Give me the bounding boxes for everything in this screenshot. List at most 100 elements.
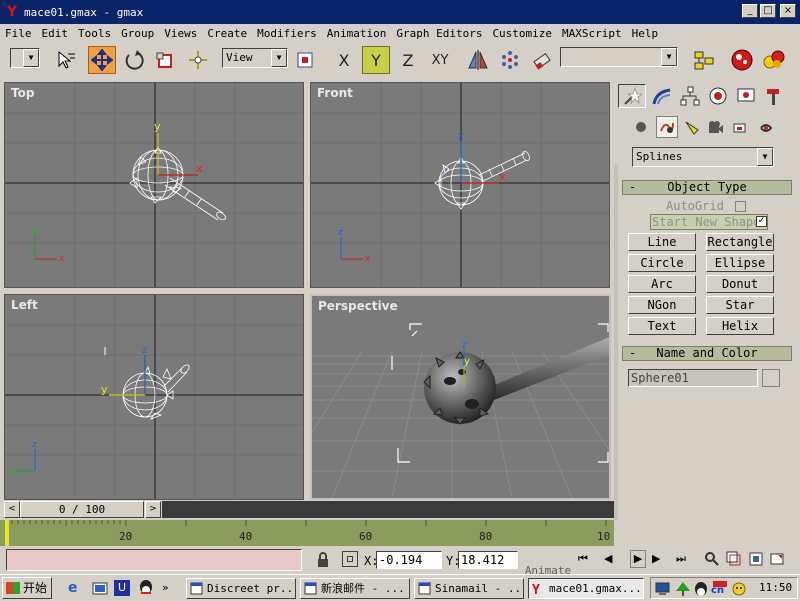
tray-alert-icon[interactable] [731,581,747,600]
y-coord-input[interactable]: 18.412 [458,551,518,569]
select-and-move-icon[interactable] [88,46,116,74]
donut-button[interactable]: Donut [706,275,774,293]
menu-customize[interactable]: Customize [487,27,557,40]
select-object-icon[interactable] [52,46,80,74]
tray-clock[interactable]: 11:50 [759,581,792,594]
viewport-top[interactable]: Top y x y x [4,82,304,288]
axis-z-button[interactable]: Z [394,46,422,74]
line-button[interactable]: Line [628,233,696,251]
show-desktop-icon[interactable] [92,580,108,599]
menu-file[interactable]: File [0,27,37,40]
x-coord-input[interactable]: -0.194 [376,551,442,569]
more-quicklaunch-icon[interactable]: » [162,581,169,594]
arc-button[interactable]: Arc [628,275,696,293]
pivot-center-icon[interactable] [292,46,320,74]
star-button[interactable]: Star [706,296,774,314]
utilities-tab-icon[interactable] [760,84,788,108]
menu-animation[interactable]: Animation [322,27,392,40]
material-editor-icon[interactable] [728,46,756,74]
start-new-shape-checkbox[interactable]: Start New Shape [650,214,768,230]
modify-tab-icon[interactable] [648,84,676,108]
time-slider[interactable]: < 0 / 100 > [0,500,614,520]
viewport-perspective[interactable]: Perspective z y [310,294,611,500]
goto-end-icon[interactable]: ⏭ [676,552,686,566]
menu-modifiers[interactable]: Modifiers [252,27,322,40]
time-slider-next-button[interactable]: > [145,501,161,518]
taskbar-item-discreet[interactable]: Discreet pr... [186,578,296,599]
axis-xy-button[interactable]: XY [426,46,454,74]
menu-help[interactable]: Help [627,27,664,40]
hierarchy-tab-icon[interactable] [676,84,704,108]
title-bar[interactable]: Y mace01.gmax - gmax _ □ × [0,0,800,24]
prompt-line[interactable] [6,549,302,571]
mirror-icon[interactable] [464,46,492,74]
zoom-extents-icon[interactable] [748,551,764,570]
ie-icon[interactable]: e [68,580,84,596]
menu-maxscript[interactable]: MAXScript [557,27,627,40]
object-type-rollout-header[interactable]: - Object Type [622,180,792,195]
object-color-swatch[interactable] [762,369,780,387]
text-button[interactable]: Text [628,317,696,335]
time-slider-prev-button[interactable]: < [4,501,20,518]
play-icon[interactable]: ▶ [630,550,646,568]
cameras-icon[interactable] [708,120,724,139]
array-icon[interactable] [496,46,524,74]
goto-start-icon[interactable]: ⏮ [578,552,588,566]
axis-x-button[interactable]: X [330,46,358,74]
helix-button[interactable]: Helix [706,317,774,335]
track-bar[interactable]: 20 40 60 80 10 [0,520,614,546]
ellipse-button[interactable]: Ellipse [706,254,774,272]
taskbar-item-sina-mail[interactable]: 新浪邮件 - ... [300,578,410,599]
axis-y-button[interactable]: Y [362,46,390,74]
space-warps-icon[interactable] [758,120,774,139]
tray-qq-icon[interactable] [693,581,709,600]
menu-create[interactable]: Create [202,27,252,40]
render-icon[interactable] [760,46,788,74]
ngon-button[interactable]: NGon [628,296,696,314]
time-slider-thumb[interactable]: 0 / 100 [20,501,144,518]
menu-tools[interactable]: Tools [73,27,116,40]
prev-frame-icon[interactable]: ◀ [604,552,612,565]
named-selection-dropdown[interactable]: ▼ [560,47,678,67]
absolute-mode-icon[interactable] [342,551,358,567]
display-tab-icon[interactable] [732,84,760,108]
menu-graph-editors[interactable]: Graph Editors [391,27,487,40]
taskbar-item-sinamail[interactable]: Sinamail - ... [414,578,524,599]
circle-button[interactable]: Circle [628,254,696,272]
tray-tree-icon[interactable] [675,581,691,600]
category-dropdown[interactable]: Splines ▼ [632,147,774,167]
autogrid-checkbox[interactable]: AutoGrid [666,199,747,213]
qq-icon[interactable] [138,579,154,600]
next-frame-icon[interactable]: ▶ [652,552,660,565]
menu-edit[interactable]: Edit [37,27,74,40]
tray-cn-icon[interactable]: cn [711,581,729,597]
taskbar-item-gmax[interactable]: Ymace01.gmax... [528,578,644,599]
maximize-button[interactable]: □ [760,4,776,18]
lights-icon[interactable] [684,120,700,139]
selection-filter-dropdown[interactable]: ▼ [10,48,40,68]
start-button[interactable]: 开始 [2,577,52,599]
viewport-front[interactable]: Front z x z x [310,82,610,288]
menu-group[interactable]: Group [116,27,159,40]
menu-views[interactable]: Views [159,27,202,40]
tray-computer-icon[interactable] [655,581,671,600]
rectangle-button[interactable]: Rectangle [706,233,774,251]
name-color-rollout-header[interactable]: - Name and Color [622,346,792,361]
select-and-scale-icon[interactable] [152,46,180,74]
min-max-toggle-icon[interactable] [770,551,786,570]
animate-button[interactable]: Animate [522,561,574,574]
reference-coord-dropdown[interactable]: View ▼ [222,48,288,68]
motion-tab-icon[interactable] [704,84,732,108]
quicklaunch-u-icon[interactable]: U [114,580,130,596]
zoom-all-icon[interactable] [726,551,742,570]
use-pivot-icon[interactable] [184,46,212,74]
viewport-left[interactable]: Left z y z y [4,294,304,500]
align-icon[interactable] [528,46,556,74]
object-name-input[interactable]: Sphere01 [628,369,758,387]
track-view-icon[interactable] [690,46,718,74]
select-and-rotate-icon[interactable] [120,46,148,74]
zoom-icon[interactable] [704,551,720,570]
geometry-icon[interactable] [634,120,648,137]
helpers-icon[interactable] [732,120,748,139]
minimize-button[interactable]: _ [742,4,758,18]
